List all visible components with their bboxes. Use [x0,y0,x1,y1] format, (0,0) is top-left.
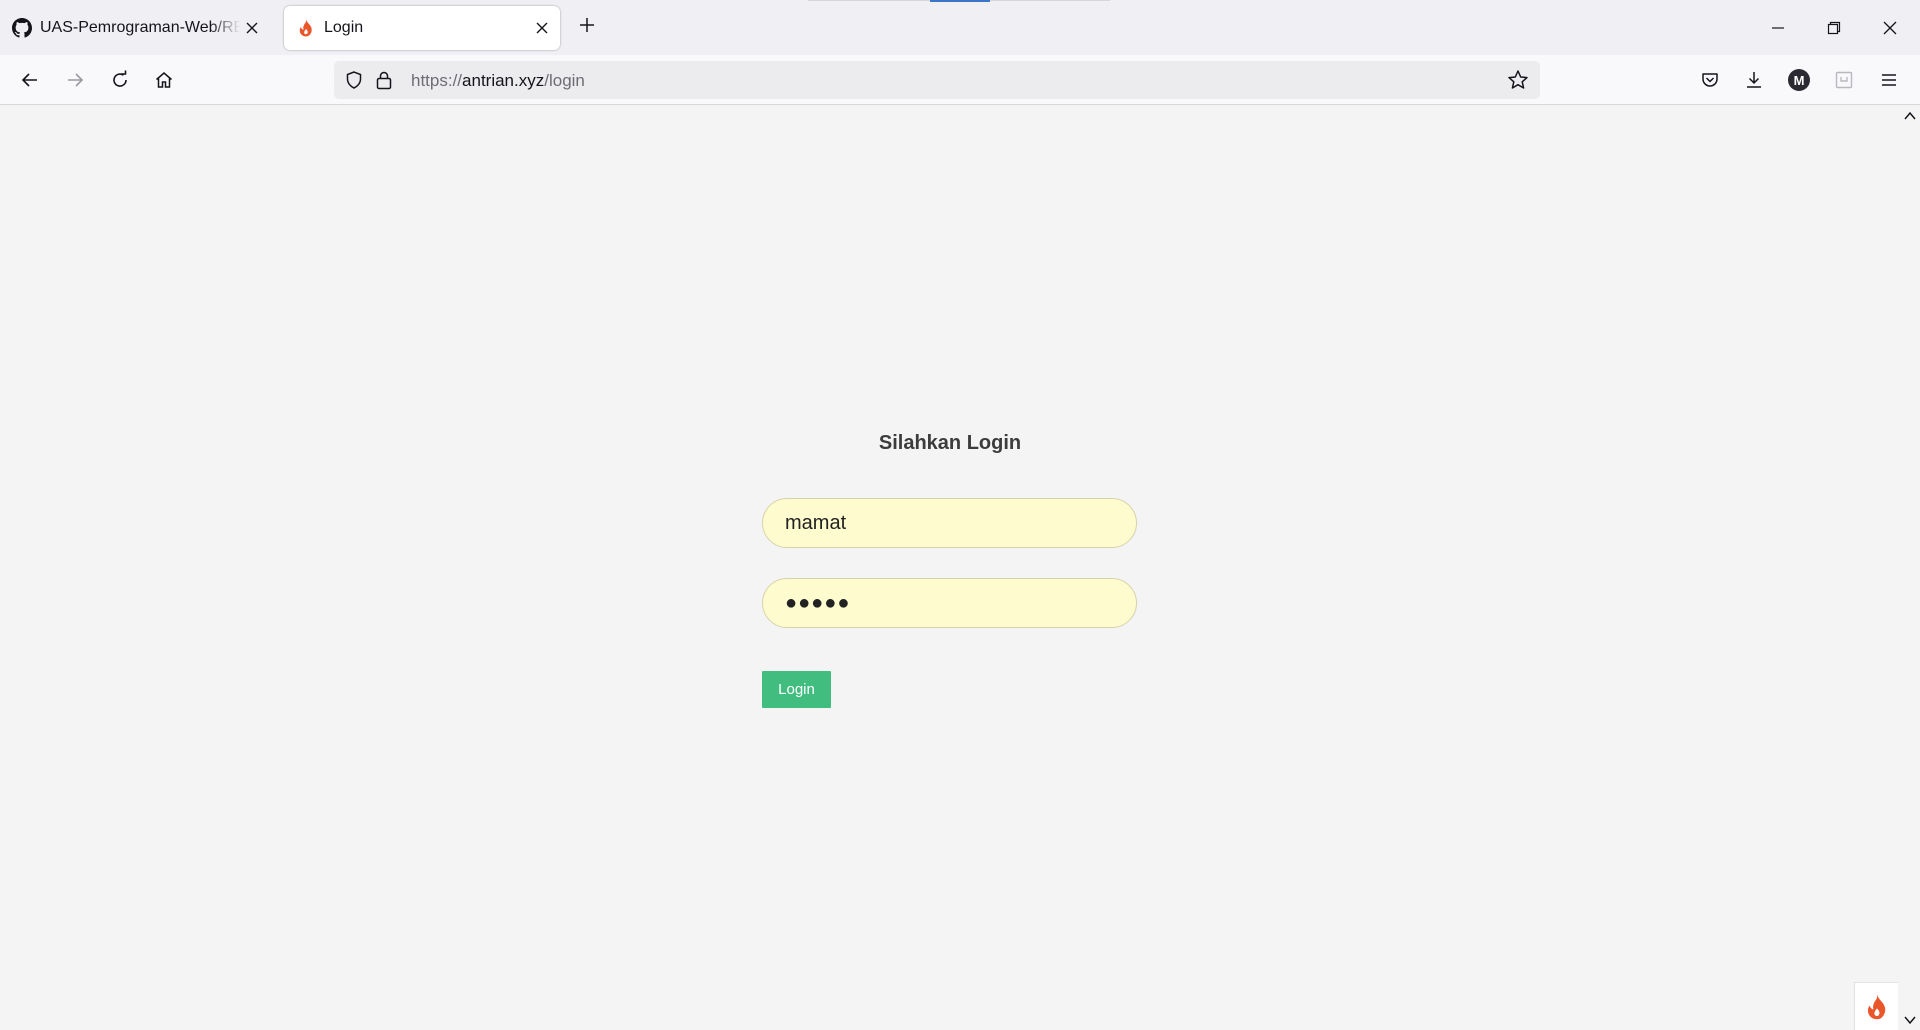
app-menu-button[interactable] [1873,64,1905,96]
scroll-up-arrow-icon[interactable] [1904,110,1916,122]
extension-button[interactable] [1828,64,1860,96]
page-title: Silahkan Login [878,432,1022,454]
account-button[interactable]: M [1783,64,1815,96]
tab-login[interactable]: Login [284,6,560,50]
arrow-left-icon [21,73,37,87]
pocket-icon [1702,73,1718,87]
password-input[interactable]: ●●●●● [762,578,1137,628]
username-input[interactable]: mamat [762,498,1137,548]
close-tab-icon[interactable] [530,16,554,40]
avatar: M [1788,69,1810,91]
bookmark-star-icon[interactable] [1506,68,1530,92]
minimize-window-button[interactable] [1750,0,1806,55]
url-host: antrian.xyz [462,71,545,90]
download-icon [1747,72,1761,88]
password-value: ●●●●● [785,591,851,614]
downloads-button[interactable] [1738,64,1770,96]
arrow-right-icon [68,73,84,87]
debug-toolbar-toggle[interactable] [1854,982,1898,1030]
forward-button[interactable] [59,64,91,96]
vertical-scrollbar[interactable] [1900,106,1920,1030]
tracking-shield-icon[interactable] [342,68,366,92]
tab-title: UAS-Pemrograman-Web/README.md [40,19,240,36]
close-window-button[interactable] [1862,0,1918,55]
new-tab-button[interactable] [575,13,599,37]
url-text[interactable]: https://antrian.xyz/login [411,71,585,91]
close-tab-icon[interactable] [240,16,264,40]
flame-icon [296,18,316,38]
tab-title: Login [324,19,364,36]
lock-icon[interactable] [372,68,396,92]
reload-button[interactable] [104,64,136,96]
tab-scroll-indicator [930,0,990,2]
address-bar[interactable]: https://antrian.xyz/login [334,61,1540,99]
flame-icon [1867,993,1885,1019]
extension-icon [1835,71,1853,89]
pocket-button[interactable] [1694,64,1726,96]
home-button[interactable] [148,64,180,96]
page-content: Silahkan Login mamat ●●●●● Login [0,106,1900,1030]
hamburger-menu-icon [1882,74,1896,86]
home-icon [156,72,172,88]
scroll-down-arrow-icon[interactable] [1904,1014,1916,1026]
url-scheme: https:// [411,71,463,90]
back-button[interactable] [14,64,46,96]
tab-strip: UAS-Pemrograman-Web/README.md Login [0,0,1920,55]
restore-window-button[interactable] [1806,0,1862,55]
username-value: mamat [785,511,847,534]
url-path: /login [544,71,585,90]
reload-icon [113,70,127,87]
avatar-initial: M [1793,72,1805,88]
login-button[interactable]: Login [762,671,831,708]
github-icon [12,18,32,38]
navigation-toolbar: https://antrian.xyz/login M [0,55,1920,105]
tab-github-readme[interactable]: UAS-Pemrograman-Web/README.md [10,6,270,50]
